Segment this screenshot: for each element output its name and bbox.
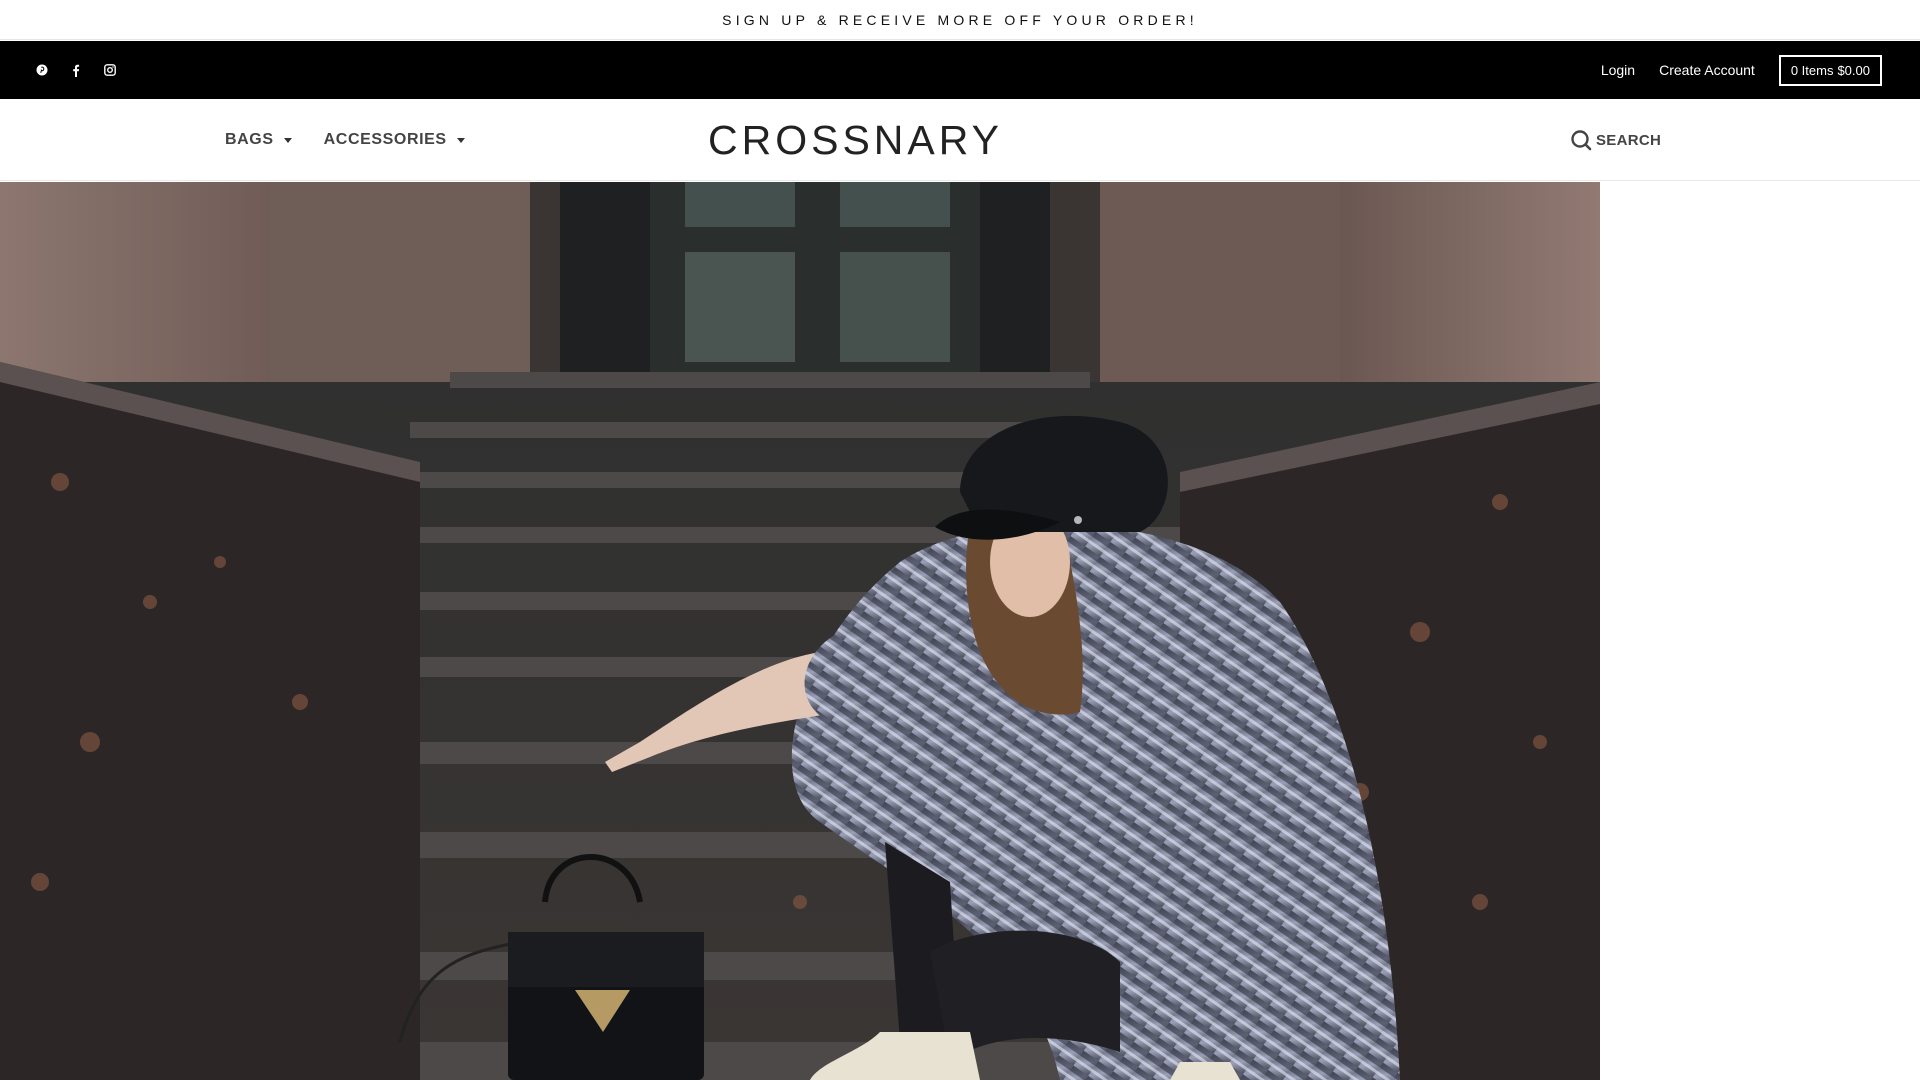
nav-item-label: BAGS <box>225 131 274 148</box>
instagram-icon[interactable] <box>102 62 118 78</box>
pinterest-icon[interactable] <box>34 62 50 78</box>
hero-photo-illustration <box>0 182 1600 1080</box>
cart-button[interactable]: 0 Items $0.00 <box>1778 54 1882 86</box>
account-links: Login Create Account 0 Items $0.00 <box>1601 41 1882 99</box>
search-button[interactable]: SEARCH <box>1570 99 1661 181</box>
announcement-bar: SIGN UP & RECEIVE MORE OFF YOUR ORDER! <box>0 0 1920 40</box>
main-navigation: BAGS ACCESSORIES CROSSNARY SEARCH <box>0 99 1920 181</box>
top-utility-bar: Login Create Account 0 Items $0.00 <box>0 41 1920 99</box>
hero-image[interactable] <box>0 182 1600 1080</box>
nav-item-bags[interactable]: BAGS <box>225 131 292 149</box>
create-account-link[interactable]: Create Account <box>1659 62 1755 78</box>
caret-down-icon <box>283 138 292 143</box>
cart-items-count: 0 Items <box>1790 62 1834 78</box>
search-label: SEARCH <box>1596 131 1662 149</box>
caret-down-icon <box>456 138 465 143</box>
social-links <box>34 41 118 99</box>
nav-menu: BAGS ACCESSORIES <box>225 99 465 181</box>
nav-item-label: ACCESSORIES <box>323 131 447 148</box>
login-link[interactable]: Login <box>1601 62 1635 78</box>
cart-total: $0.00 <box>1837 62 1870 78</box>
announcement-text: SIGN UP & RECEIVE MORE OFF YOUR ORDER! <box>722 11 1198 28</box>
site-logo[interactable]: CROSSNARY <box>708 99 1003 181</box>
search-icon <box>1571 130 1592 151</box>
nav-item-accessories[interactable]: ACCESSORIES <box>324 131 465 149</box>
facebook-icon[interactable] <box>68 62 84 78</box>
